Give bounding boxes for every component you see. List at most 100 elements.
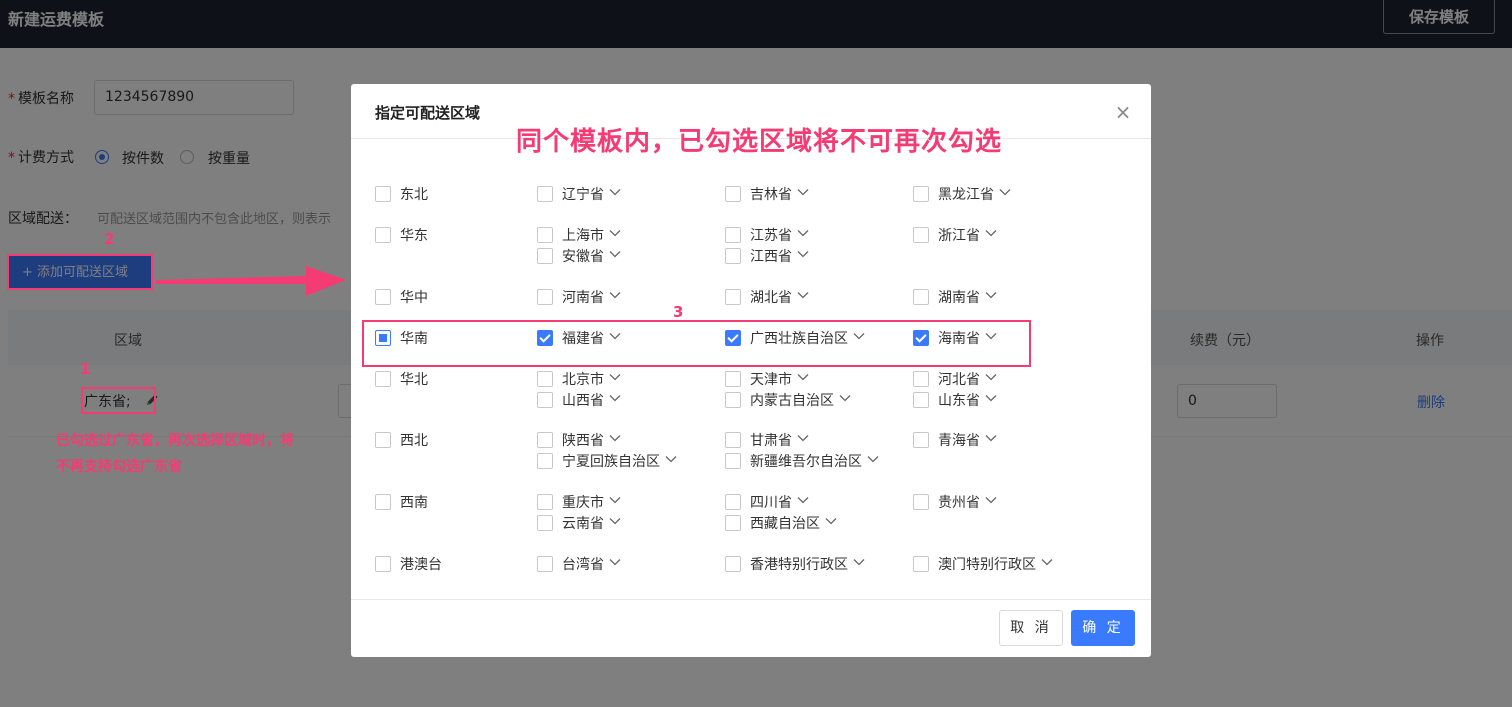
province-checkbox[interactable]: 宁夏回族自治区 — [537, 451, 678, 471]
checkbox[interactable] — [725, 186, 741, 202]
chevron-down-icon[interactable] — [792, 226, 810, 244]
province-checkbox[interactable]: 云南省 — [537, 513, 622, 533]
province-checkbox[interactable]: 湖北省 — [725, 287, 810, 307]
checkbox[interactable] — [725, 248, 741, 264]
chevron-down-icon[interactable] — [604, 247, 622, 265]
chevron-down-icon[interactable] — [792, 493, 810, 511]
checkbox[interactable] — [375, 227, 391, 243]
checkbox[interactable] — [913, 186, 929, 202]
chevron-down-icon[interactable] — [604, 493, 622, 511]
chevron-down-icon[interactable] — [848, 555, 866, 573]
province-checkbox[interactable]: 吉林省 — [725, 184, 810, 204]
checkbox[interactable] — [725, 371, 741, 387]
chevron-down-icon[interactable] — [604, 226, 622, 244]
region-group-checkbox[interactable]: 东北 — [375, 184, 428, 204]
confirm-button[interactable]: 确 定 — [1071, 610, 1135, 646]
province-checkbox[interactable]: 台湾省 — [537, 554, 622, 574]
region-group-checkbox[interactable]: 西北 — [375, 430, 428, 450]
province-checkbox[interactable]: 内蒙古自治区 — [725, 390, 852, 410]
region-group-checkbox[interactable]: 港澳台 — [375, 554, 442, 574]
checkbox[interactable] — [375, 289, 391, 305]
province-checkbox[interactable]: 陕西省 — [537, 430, 622, 450]
province-checkbox[interactable]: 北京市 — [537, 369, 622, 389]
checkbox[interactable] — [537, 248, 553, 264]
chevron-down-icon[interactable] — [792, 288, 810, 306]
checkbox[interactable] — [537, 392, 553, 408]
checkbox[interactable] — [913, 556, 929, 572]
chevron-down-icon[interactable] — [1036, 555, 1054, 573]
province-checkbox[interactable]: 山东省 — [913, 390, 998, 410]
checkbox[interactable] — [537, 556, 553, 572]
checkbox[interactable] — [537, 515, 553, 531]
checkbox[interactable] — [537, 494, 553, 510]
close-icon[interactable]: × — [1113, 102, 1133, 122]
checkbox[interactable] — [725, 432, 741, 448]
checkbox[interactable] — [537, 371, 553, 387]
checkbox[interactable] — [913, 371, 929, 387]
checkbox[interactable] — [725, 453, 741, 469]
chevron-down-icon[interactable] — [980, 391, 998, 409]
checkbox[interactable] — [537, 432, 553, 448]
checkbox[interactable] — [375, 556, 391, 572]
province-checkbox[interactable]: 浙江省 — [913, 225, 998, 245]
checkbox[interactable] — [725, 515, 741, 531]
province-checkbox[interactable]: 天津市 — [725, 369, 810, 389]
province-checkbox[interactable]: 甘肃省 — [725, 430, 810, 450]
checkbox[interactable] — [725, 392, 741, 408]
chevron-down-icon[interactable] — [604, 514, 622, 532]
province-checkbox[interactable]: 辽宁省 — [537, 184, 622, 204]
chevron-down-icon[interactable] — [792, 185, 810, 203]
chevron-down-icon[interactable] — [980, 493, 998, 511]
checkbox[interactable] — [537, 289, 553, 305]
checkbox[interactable] — [725, 227, 741, 243]
cancel-button[interactable]: 取 消 — [999, 610, 1063, 646]
checkbox[interactable] — [913, 289, 929, 305]
chevron-down-icon[interactable] — [820, 514, 838, 532]
province-checkbox[interactable]: 青海省 — [913, 430, 998, 450]
province-checkbox[interactable]: 上海市 — [537, 225, 622, 245]
checkbox[interactable] — [375, 371, 391, 387]
province-checkbox[interactable]: 西藏自治区 — [725, 513, 838, 533]
chevron-down-icon[interactable] — [604, 391, 622, 409]
checkbox[interactable] — [913, 392, 929, 408]
checkbox[interactable] — [725, 556, 741, 572]
region-group-checkbox[interactable]: 华东 — [375, 225, 428, 245]
province-checkbox[interactable]: 安徽省 — [537, 246, 622, 266]
chevron-down-icon[interactable] — [604, 555, 622, 573]
checkbox[interactable] — [537, 453, 553, 469]
province-checkbox[interactable]: 江西省 — [725, 246, 810, 266]
province-checkbox[interactable]: 河北省 — [913, 369, 998, 389]
province-checkbox[interactable]: 香港特别行政区 — [725, 554, 866, 574]
chevron-down-icon[interactable] — [980, 288, 998, 306]
province-checkbox[interactable]: 四川省 — [725, 492, 810, 512]
region-group-checkbox[interactable]: 华北 — [375, 369, 428, 389]
checkbox[interactable] — [913, 227, 929, 243]
checkbox[interactable] — [913, 494, 929, 510]
chevron-down-icon[interactable] — [980, 370, 998, 388]
chevron-down-icon[interactable] — [834, 391, 852, 409]
chevron-down-icon[interactable] — [604, 370, 622, 388]
chevron-down-icon[interactable] — [862, 452, 880, 470]
chevron-down-icon[interactable] — [792, 431, 810, 449]
chevron-down-icon[interactable] — [604, 185, 622, 203]
region-group-checkbox[interactable]: 西南 — [375, 492, 428, 512]
checkbox[interactable] — [913, 432, 929, 448]
chevron-down-icon[interactable] — [604, 288, 622, 306]
chevron-down-icon[interactable] — [994, 185, 1012, 203]
province-checkbox[interactable]: 澳门特别行政区 — [913, 554, 1054, 574]
province-checkbox[interactable]: 湖南省 — [913, 287, 998, 307]
checkbox[interactable] — [375, 186, 391, 202]
province-checkbox[interactable]: 山西省 — [537, 390, 622, 410]
province-checkbox[interactable]: 贵州省 — [913, 492, 998, 512]
province-checkbox[interactable]: 新疆维吾尔自治区 — [725, 451, 880, 471]
chevron-down-icon[interactable] — [792, 370, 810, 388]
chevron-down-icon[interactable] — [792, 247, 810, 265]
chevron-down-icon[interactable] — [980, 431, 998, 449]
checkbox[interactable] — [725, 289, 741, 305]
province-checkbox[interactable]: 江苏省 — [725, 225, 810, 245]
checkbox[interactable] — [375, 432, 391, 448]
chevron-down-icon[interactable] — [980, 226, 998, 244]
checkbox[interactable] — [537, 186, 553, 202]
province-checkbox[interactable]: 重庆市 — [537, 492, 622, 512]
checkbox[interactable] — [537, 227, 553, 243]
